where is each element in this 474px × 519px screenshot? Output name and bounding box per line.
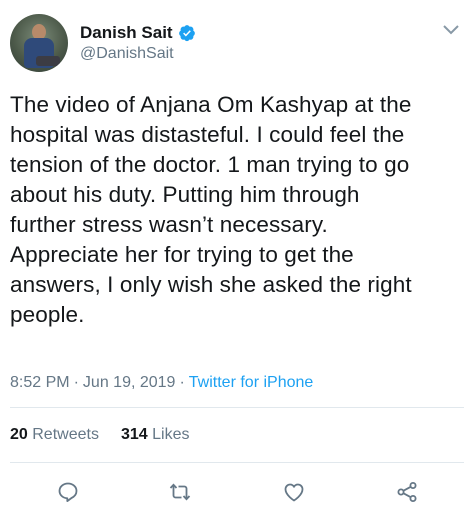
meta-separator: · bbox=[179, 374, 185, 391]
display-name[interactable]: Danish Sait bbox=[80, 23, 173, 43]
retweets-label: Retweets bbox=[32, 426, 99, 443]
tweet-line: about his duty. Putting him through bbox=[10, 182, 360, 207]
retweet-button[interactable] bbox=[166, 478, 194, 506]
tweet-line: The video of Anjana Om Kashyap at the bbox=[10, 92, 412, 117]
avatar-legs bbox=[36, 56, 60, 66]
share-button[interactable] bbox=[393, 478, 421, 506]
tweet-meta: 8:52 PM · Jun 19, 2019 · Twitter for iPhone bbox=[10, 374, 313, 392]
avatar[interactable] bbox=[10, 14, 68, 72]
tweet-text: The video of Anjana Om Kashyap at the ho… bbox=[10, 90, 468, 330]
likes-label: Likes bbox=[152, 426, 190, 443]
likes-stat[interactable]: 314 Likes bbox=[121, 426, 190, 443]
action-bar bbox=[0, 478, 474, 508]
tweet-line: answers, I only wish she asked the right bbox=[10, 272, 412, 297]
heart-icon bbox=[284, 483, 304, 502]
chevron-down-icon[interactable] bbox=[442, 24, 460, 36]
tweet-line: further stress wasn’t necessary. bbox=[10, 212, 328, 237]
likes-count: 314 bbox=[120, 426, 148, 443]
like-button[interactable] bbox=[280, 478, 308, 506]
tweet-stats: 20 Retweets 314 Likes bbox=[10, 426, 189, 444]
divider bbox=[10, 462, 464, 463]
divider bbox=[10, 407, 464, 408]
name-row: Danish Sait bbox=[80, 22, 196, 44]
tweet-line: Appreciate her for trying to get the bbox=[10, 242, 354, 267]
retweets-stat[interactable]: 20 Retweets bbox=[10, 426, 99, 443]
tweet-source-link[interactable]: Twitter for iPhone bbox=[189, 374, 314, 391]
reply-icon bbox=[58, 482, 78, 502]
tweet-header: Danish Sait @DanishSait bbox=[10, 14, 464, 74]
tweet-date[interactable]: Jun 19, 2019 bbox=[83, 374, 176, 391]
share-icon bbox=[397, 482, 417, 502]
tweet-line: people. bbox=[10, 302, 85, 327]
tweet-line: hospital was distasteful. I could feel t… bbox=[10, 122, 405, 147]
user-handle[interactable]: @DanishSait bbox=[80, 45, 174, 63]
retweet-icon bbox=[169, 483, 191, 501]
meta-separator: · bbox=[73, 374, 79, 391]
verified-badge-icon bbox=[178, 25, 195, 42]
tweet-line: tension of the doctor. 1 man trying to g… bbox=[10, 152, 410, 177]
tweet-time[interactable]: 8:52 PM bbox=[10, 374, 70, 391]
reply-button[interactable] bbox=[54, 478, 82, 506]
retweets-count: 20 bbox=[10, 426, 28, 443]
